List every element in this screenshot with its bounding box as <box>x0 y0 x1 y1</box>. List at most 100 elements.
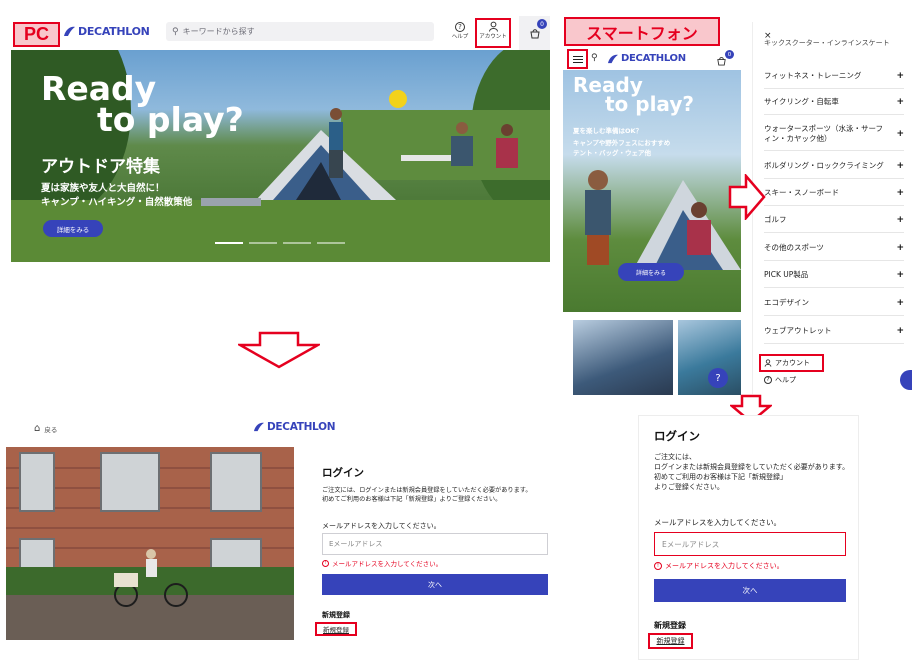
login-pc-next-button[interactable]: 次へ <box>322 574 548 595</box>
decathlon-logo-icon <box>253 422 264 432</box>
cart-count-badge: 0 <box>725 50 734 59</box>
plus-icon: + <box>896 70 904 81</box>
plus-icon: + <box>896 325 904 336</box>
login-sp-title: ログイン <box>654 429 700 443</box>
arrow-down-icon <box>238 331 320 369</box>
login-pc-register-title: 新規登録 <box>322 611 350 619</box>
error-text: メールアドレスを入力してください。 <box>665 562 784 570</box>
sp-help-fab[interactable]: ? <box>708 368 728 388</box>
sp-search-icon[interactable]: ⚲ <box>591 53 598 63</box>
login-sp-email-input[interactable]: Eメールアドレス <box>654 532 846 556</box>
help-icon: ? <box>715 372 721 384</box>
pagination-dot[interactable] <box>317 242 345 244</box>
back-label: 戻る <box>44 425 58 434</box>
login-pc-back-link[interactable]: ⌂ 戻る <box>34 423 57 434</box>
plus-icon: + <box>896 269 904 280</box>
pc-logo-text: DECATHLON <box>78 25 150 38</box>
sp-menu-help-link[interactable]: ? ヘルプ <box>764 375 796 385</box>
email-placeholder: Eメールアドレス <box>329 540 383 548</box>
sp-hamburger-highlight <box>567 49 588 69</box>
search-placeholder: キーワードから探す <box>182 27 255 36</box>
login-pc-error: ! メールアドレスを入力してください。 <box>322 558 442 568</box>
sp-product-card-2[interactable]: ? <box>678 320 741 395</box>
plus-icon: + <box>896 187 904 198</box>
pc-hero-pagination[interactable] <box>215 242 345 244</box>
sp-menu-truncated-item[interactable]: キックスクーター・インラインスケート <box>764 39 904 48</box>
pagination-dot-active[interactable] <box>215 242 243 244</box>
pc-hero-headline: アウトドア特集 <box>41 157 160 177</box>
plus-icon: + <box>896 128 904 139</box>
sp-menu-item[interactable]: ウェブアウトレット + <box>764 318 904 344</box>
sp-account-highlight <box>759 354 824 372</box>
sp-menu-item-label: エコデザイン <box>764 297 809 307</box>
sp-menu-item-label: その他のスポーツ <box>764 242 824 252</box>
pc-hero-cta-button[interactable]: 詳細をみる <box>43 220 103 237</box>
help-icon: ? <box>764 376 772 384</box>
sp-menu-item-label: スキー・スノーボード <box>764 187 839 197</box>
pc-cart-button[interactable]: 0 <box>519 16 550 50</box>
sp-product-card-1[interactable] <box>573 320 673 395</box>
plus-icon: + <box>896 96 904 107</box>
pc-help-button[interactable]: ? ヘルプ <box>450 22 470 40</box>
pc-hero-banner[interactable]: Ready to play? アウトドア特集 夏は家族や友人と大自然に！ キャン… <box>11 50 550 262</box>
sp-hero-sub3: テント・バッグ・ウェア他 <box>573 149 651 157</box>
pagination-dot[interactable] <box>249 242 277 244</box>
login-pc-desc-line1: ご注文には、ログインまたは新規会員登録をしていただく必要があります。 <box>322 487 532 494</box>
login-pc-photo <box>6 447 294 640</box>
plus-icon: + <box>896 297 904 308</box>
sp-logo[interactable]: DECATHLON <box>606 53 686 64</box>
error-text: メールアドレスを入力してください。 <box>332 560 443 568</box>
sp-cart-button[interactable]: 0 <box>714 50 740 68</box>
login-pc-email-label: メールアドレスを入力してください。 <box>322 522 441 530</box>
pc-logo[interactable]: DECATHLON <box>62 25 150 38</box>
pc-hero-sub2: キャンプ・ハイキング・自然散策他 <box>41 197 193 208</box>
pc-label: PC <box>13 22 60 47</box>
sp-menu-item[interactable]: PICK UP製品 + <box>764 262 904 288</box>
sp-menu-help-label: ヘルプ <box>775 376 796 384</box>
plus-icon: + <box>896 214 904 225</box>
pagination-dot[interactable] <box>283 242 311 244</box>
sp-menu-item-label: サイクリング・自転車 <box>764 96 839 106</box>
login-pc-email-input[interactable]: Eメールアドレス <box>322 533 548 555</box>
login-pc-desc: ご注文には、ログインまたは新規会員登録をしていただく必要があります。 初めてご利… <box>322 487 532 505</box>
login-pc-register-link[interactable]: 新規登録 <box>315 622 357 636</box>
sp-menu-item[interactable]: サイクリング・自転車 + <box>764 89 904 115</box>
sp-menu-item-label: ボルダリング・ロッククライミング <box>764 160 884 170</box>
sp-menu-item[interactable]: フィットネス・トレーニング + <box>764 63 904 89</box>
sp-menu-item-label: ゴルフ <box>764 214 787 224</box>
sp-logo-text: DECATHLON <box>621 53 686 64</box>
login-pc-desc-line2: 初めてご利用のお客様は下記「新規登録」よりご登録ください。 <box>322 495 502 503</box>
login-sp-desc-line3: 初めてご利用のお客様は下記「新規登録」 <box>654 473 787 482</box>
sp-menu-item-label: ウェブアウトレット <box>764 325 832 335</box>
pc-hero-title: Ready to play? <box>41 72 244 137</box>
email-placeholder: Eメールアドレス <box>662 539 720 549</box>
sp-menu-item-label: ウォータースポーツ（水泳・サーフィン・カヤック他） <box>764 123 884 143</box>
pc-account-highlight <box>475 18 511 48</box>
sp-menu-item[interactable]: ゴルフ + <box>764 207 904 233</box>
sp-menu-item[interactable]: その他のスポーツ + <box>764 235 904 261</box>
family-bike-photo <box>6 447 294 640</box>
login-pc-logo[interactable]: DECATHLON <box>252 421 335 433</box>
sp-hero-cta-button[interactable]: 詳細をみる <box>618 263 684 281</box>
login-sp-register-title: 新規登録 <box>654 621 686 630</box>
decathlon-logo-icon <box>64 26 75 36</box>
login-sp-next-button[interactable]: 次へ <box>654 579 846 602</box>
sp-menu-item[interactable]: エコデザイン + <box>764 290 904 316</box>
plus-icon: + <box>896 160 904 171</box>
sp-menu-item[interactable]: ウォータースポーツ（水泳・サーフィン・カヤック他） + <box>764 117 904 151</box>
login-sp-register-link[interactable]: 新規登録 <box>648 633 693 649</box>
sp-menu-item-label: PICK UP製品 <box>764 269 809 279</box>
login-sp-desc-line4: よりご登録ください。 <box>654 483 724 492</box>
login-sp-email-label: メールアドレスを入力してください。 <box>654 518 782 527</box>
login-pc-title: ログイン <box>322 467 364 479</box>
arrow-right-icon <box>728 174 766 220</box>
help-label: ヘルプ <box>451 34 469 40</box>
sp-menu-item[interactable]: スキー・スノーボード + <box>764 180 904 206</box>
sp-hero-title-line2: to play? <box>605 92 694 116</box>
sp-hero-sub2: キャンプや野外フェスにおすすめ <box>573 139 671 147</box>
pc-search-input[interactable]: ⚲ キーワードから探す <box>166 22 434 41</box>
sp-hero-banner[interactable]: Ready to play? 夏を楽しむ準備はOK？ キャンプや野外フェスにおす… <box>563 70 741 312</box>
sp-menu-item[interactable]: ボルダリング・ロッククライミング + <box>764 153 904 179</box>
sp-hero-sub1: 夏を楽しむ準備はOK？ <box>573 127 643 135</box>
help-icon: ? <box>455 22 465 32</box>
